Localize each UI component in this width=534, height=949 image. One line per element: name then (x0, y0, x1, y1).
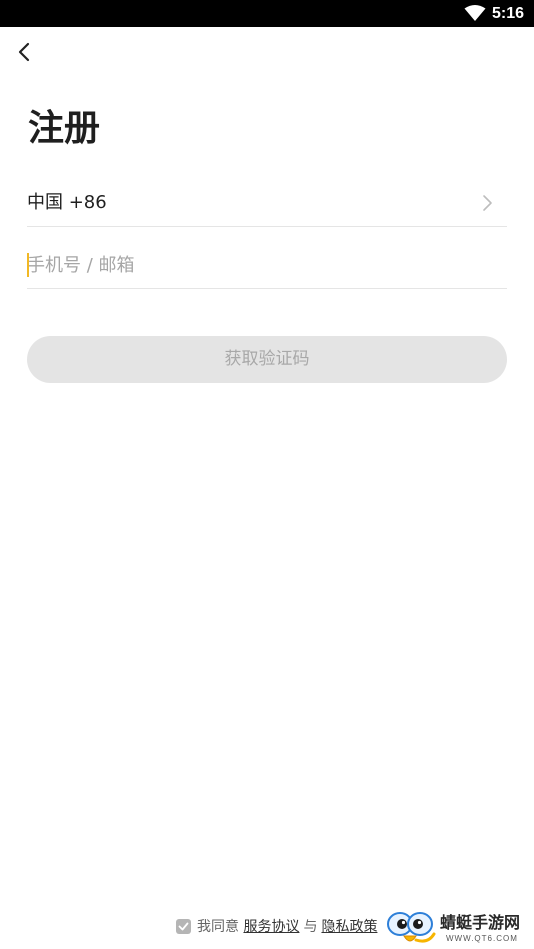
page-title: 注册 (28, 108, 101, 149)
checkmark-icon (178, 922, 189, 930)
agreement-prefix: 我同意 (197, 919, 239, 935)
country-code-selector[interactable]: 中国 +86 (27, 178, 507, 227)
phone-email-input[interactable] (27, 252, 497, 278)
country-code-label: 中国 +86 (27, 192, 107, 213)
phone-email-field[interactable] (27, 240, 507, 289)
privacy-policy-link[interactable]: 隐私政策 (321, 919, 377, 935)
chevron-right-icon (483, 195, 492, 211)
text-caret (27, 253, 29, 277)
register-screen: 5:16 注册 中国 +86 获取验证码 我同意 服务协议与隐私政策 (0, 0, 534, 949)
back-arrow-icon (18, 42, 30, 62)
watermark: 蜻蜓手游网 WWW.QT6.COM (386, 910, 532, 948)
terms-of-service-link[interactable]: 服务协议 (243, 919, 299, 935)
agreement-row: 我同意 服务协议与隐私政策 (176, 917, 377, 939)
get-verification-code-button[interactable]: 获取验证码 (27, 336, 507, 383)
agreement-conjunction: 与 (303, 919, 318, 935)
back-button[interactable] (10, 38, 40, 68)
dragonfly-logo-icon (387, 912, 436, 943)
watermark-url: WWW.QT6.COM (446, 934, 518, 943)
status-time: 5:16 (492, 5, 525, 22)
status-bar: 5:16 (0, 0, 534, 27)
agreement-checkbox[interactable] (176, 918, 191, 934)
wifi-icon (464, 5, 486, 21)
watermark-text: 蜻蜓手游网 (440, 913, 521, 932)
